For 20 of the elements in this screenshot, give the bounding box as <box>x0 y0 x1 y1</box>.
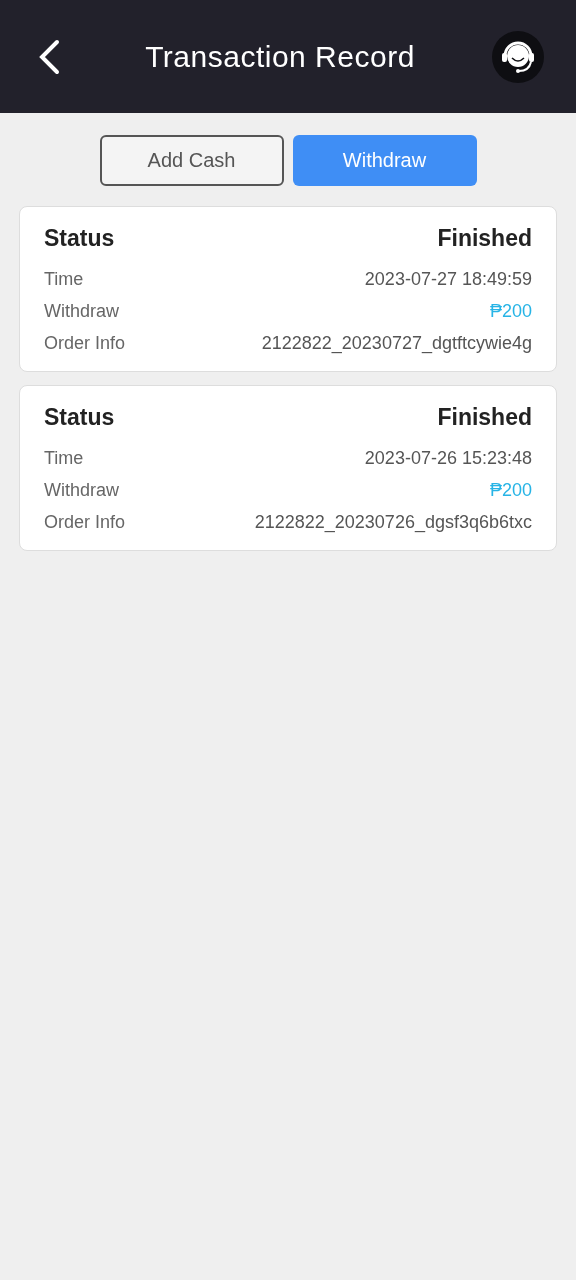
field-value: 2122822_20230726_dgsf3q6b6txc <box>254 511 532 533</box>
page-title: Transaction Record <box>145 39 415 74</box>
field-value: 2122822_20230727_dgtftcywie4g <box>261 332 532 354</box>
field-value: 2023-07-26 15:23:48 <box>364 447 532 469</box>
amount-value: ₱200 <box>489 479 532 501</box>
field-label: Withdraw <box>44 479 119 501</box>
amount-value: ₱200 <box>489 300 532 322</box>
status-value: Finished <box>437 224 532 252</box>
support-button[interactable] <box>492 30 544 83</box>
status-label: Status <box>44 403 115 431</box>
field-label: Order Info <box>44 332 126 354</box>
field-label: Order Info <box>44 511 126 533</box>
status-value: Finished <box>437 403 532 431</box>
filter-tab[interactable]: Add Cash <box>99 135 284 186</box>
field-label: Time <box>44 447 84 469</box>
back-icon <box>38 38 60 75</box>
field-value: 2023-07-27 18:49:59 <box>364 268 532 290</box>
field-label: Time <box>44 268 84 290</box>
status-label: Status <box>44 224 115 252</box>
field-label: Withdraw <box>44 300 119 322</box>
